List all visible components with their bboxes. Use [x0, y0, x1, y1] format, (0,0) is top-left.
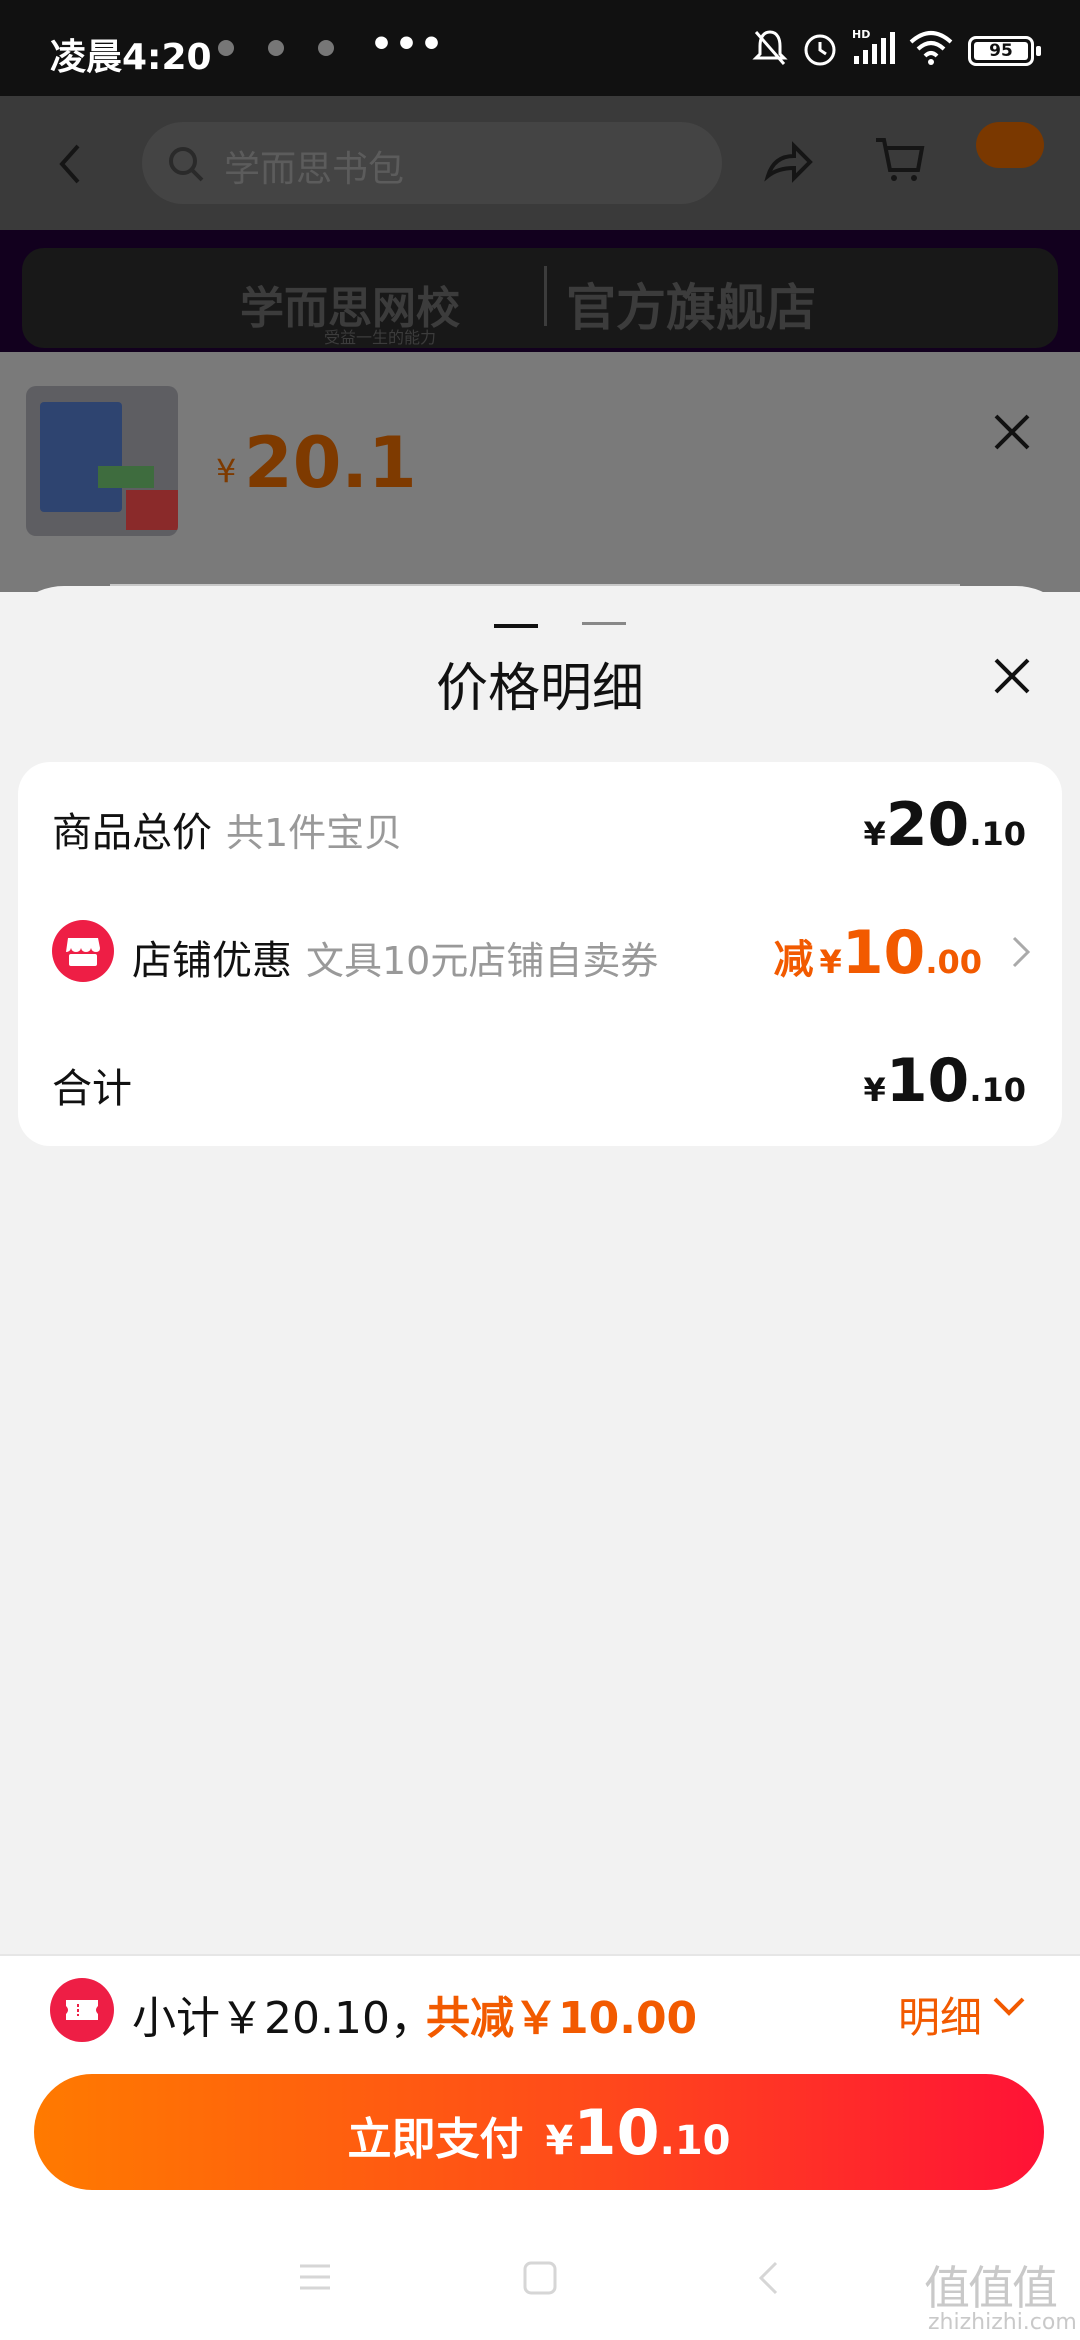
wifi-icon	[909, 31, 953, 65]
status-time: 凌晨4:20	[50, 37, 212, 78]
close-icon	[994, 414, 1030, 450]
background-product-sheet: ¥ 20.1	[0, 352, 1080, 592]
watermark-text: 值值值	[924, 2261, 1058, 2315]
share-icon	[764, 141, 813, 183]
notification-icon	[268, 40, 284, 56]
sheet-title: 价格明细	[435, 659, 644, 719]
mute-icon	[752, 30, 788, 65]
search-placeholder: 学而思书包	[224, 149, 405, 190]
coupon-name: 文具10元店铺自卖券	[306, 939, 659, 983]
notification-icon	[218, 40, 234, 56]
close-icon[interactable]	[990, 654, 1034, 698]
product-price: 20.1	[244, 422, 417, 504]
grand-total-amount: ¥10.10	[863, 1046, 1026, 1116]
back-nav-icon[interactable]	[756, 2260, 780, 2296]
total-price-row: 商品总价 共1件宝贝 ¥20.10	[18, 762, 1062, 890]
search-bar: 学而思书包	[142, 122, 722, 204]
alarm-icon	[804, 34, 836, 66]
store-discount-row[interactable]: 店铺优惠 文具10元店铺自卖券 减 ¥10.00	[18, 890, 1062, 1018]
home-nav-icon[interactable]	[522, 2260, 558, 2296]
watermark: 值值值 zhizhizhi.com	[924, 2252, 1080, 2340]
back-icon	[59, 144, 80, 184]
total-price-label: 商品总价 共1件宝贝	[52, 810, 403, 856]
store-icon	[52, 920, 114, 982]
watermark-domain: zhizhizhi.com	[928, 2310, 1077, 2335]
battery-level: 95	[974, 42, 1028, 60]
grand-total-label: 合计	[52, 1066, 132, 1112]
system-nav-bar	[0, 2222, 1080, 2340]
status-bar: 凌晨4:20 ••• HD 95	[0, 0, 1080, 96]
chevron-right-icon	[1012, 936, 1031, 968]
saving-text: 共减￥10.00	[426, 1993, 698, 2044]
menu-nav-icon[interactable]	[298, 2262, 332, 2292]
coupon-icon	[50, 1978, 114, 2042]
price-detail-sheet: 价格明细 商品总价 共1件宝贝 ¥20.10 店铺优惠 文具10元店铺自卖券 减 ¥1…	[0, 586, 1080, 1956]
subtotal-text: 小计￥20.10，	[132, 1993, 434, 2044]
grand-total-row: 合计 ¥10.10	[18, 1018, 1062, 1146]
store-banner: 学而思网校 受益一生的能力 官方旗舰店	[0, 230, 1080, 352]
store-discount-label: 店铺优惠 文具10元店铺自卖券	[132, 938, 659, 984]
signal-icon: HD	[852, 28, 895, 64]
chevron-down-icon[interactable]	[992, 1996, 1026, 2018]
notification-icon	[318, 40, 334, 56]
detail-toggle[interactable]: 明细	[898, 1984, 982, 2045]
store-logo-slogan: 受益一生的能力	[324, 328, 437, 347]
message-badge	[976, 122, 1044, 168]
product-currency: ¥	[216, 452, 237, 490]
checkout-bar: 小计￥20.10， 共减￥10.00 明细 立即支付 ¥10.10	[0, 1954, 1080, 2340]
background-nav-bar: 学而思书包	[0, 96, 1080, 230]
product-thumbnail	[26, 386, 178, 536]
item-count-hint: 共1件宝贝	[226, 811, 403, 855]
cart-icon	[876, 138, 925, 181]
store-discount-amount: 减 ¥10.00	[773, 918, 982, 988]
pay-button-label: 立即支付	[347, 2114, 524, 2165]
svg-text:HD: HD	[852, 28, 870, 41]
price-card: 商品总价 共1件宝贝 ¥20.10 店铺优惠 文具10元店铺自卖券 减 ¥10.00 …	[18, 762, 1062, 1146]
more-notifications-icon: •••	[370, 24, 446, 65]
total-price-amount: ¥20.10	[863, 790, 1026, 860]
battery-icon: 95	[968, 36, 1041, 66]
store-flagship-label: 官方旗舰店	[566, 279, 816, 337]
search-icon	[169, 147, 204, 182]
pay-now-button[interactable]: 立即支付 ¥10.10	[34, 2074, 1044, 2190]
